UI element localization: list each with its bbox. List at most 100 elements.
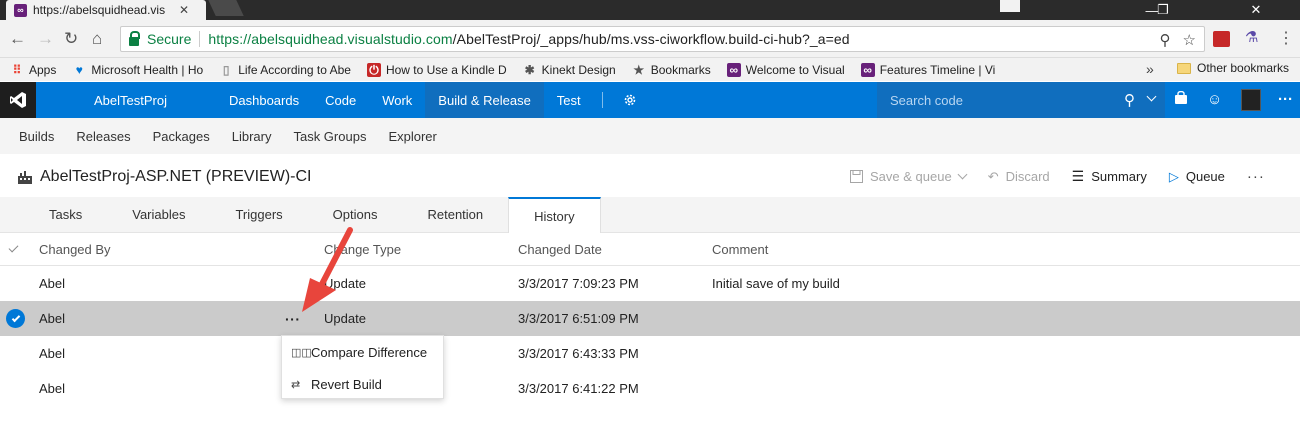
tab-triggers[interactable]: Triggers: [210, 197, 307, 232]
other-bookmarks-folder[interactable]: Other bookmarks: [1177, 61, 1289, 75]
summary-button[interactable]: ☰ Summary: [1072, 168, 1147, 185]
tab-tasks[interactable]: Tasks: [24, 197, 107, 232]
bookmark-item[interactable]: ▯ Life According to Abe: [219, 63, 351, 77]
bookmark-star-icon[interactable]: ☆: [1183, 31, 1196, 49]
maximize-button[interactable]: ❐: [1143, 0, 1183, 20]
more-actions-button[interactable]: ···: [1247, 168, 1265, 185]
build-release-subnav: Builds Releases Packages Library Task Groups…: [0, 118, 1300, 154]
settings-gear-icon[interactable]: [611, 82, 649, 118]
profile-badge[interactable]: [1000, 0, 1020, 12]
bookmark-label: How to Use a Kindle D: [385, 62, 507, 77]
compare-difference-menu-item[interactable]: ◫◫ Compare Difference: [282, 336, 443, 368]
lock-icon: [129, 30, 140, 46]
vs-icon: ∞: [726, 62, 741, 77]
bookmark-item[interactable]: ♥ Microsoft Health | Ho: [72, 63, 203, 77]
revert-icon: ⇄: [291, 378, 301, 391]
bookmarks-overflow-button[interactable]: »: [1146, 61, 1154, 77]
save-and-queue-button[interactable]: Save & queue: [850, 169, 968, 184]
window-close-button[interactable]: ✕: [1236, 0, 1276, 20]
cell-comment: Initial save of my build: [712, 276, 840, 291]
definition-tabs: Tasks Variables Triggers Options Retention Hi…: [0, 197, 1300, 233]
url-input[interactable]: Secure https://abelsquidhead.visualstudi…: [120, 26, 1205, 52]
definition-header: AbelTestProj-ASP.NET (PREVIEW)-CI: [18, 168, 311, 186]
nav-work[interactable]: Work: [369, 82, 425, 118]
forward-arrow-icon[interactable]: →: [37, 29, 54, 49]
cell-changed-by: Abel: [39, 311, 66, 326]
visual-studio-logo-icon[interactable]: [0, 82, 36, 118]
annotation-arrow: [302, 227, 353, 312]
chrome-menu-icon[interactable]: ⋮: [1278, 28, 1294, 48]
table-row[interactable]: Abel 3/3/2017 6:41:22 PM: [0, 371, 1300, 406]
table-row[interactable]: ··· Abel Update 3/3/2017 6:51:09 PM: [0, 301, 1300, 336]
nav-dashboards[interactable]: Dashboards: [216, 82, 312, 118]
vs-favicon-icon: ∞: [14, 3, 27, 17]
subnav-builds[interactable]: Builds: [19, 129, 54, 144]
home-icon[interactable]: ⌂: [92, 29, 102, 49]
build-definition-icon: [18, 171, 32, 184]
cell-changed-date: 3/3/2017 6:41:22 PM: [518, 381, 639, 396]
subnav-task-groups[interactable]: Task Groups: [293, 129, 366, 144]
bookmarks-bar: ⠿ Apps ♥ Microsoft Health | Ho ▯ Life Accordi…: [0, 58, 1300, 81]
tab-variables[interactable]: Variables: [107, 197, 210, 232]
browser-title-bar: ∞ https://abelsquidhead.vis ✕ — ❐ ✕: [0, 0, 1300, 20]
extension-flask-icon[interactable]: ⚗: [1245, 28, 1262, 46]
subnav-library[interactable]: Library: [232, 129, 272, 144]
page-title: AbelTestProj-ASP.NET (PREVIEW)-CI: [40, 168, 312, 185]
column-changed-date[interactable]: Changed Date: [518, 233, 602, 265]
cell-changed-by: Abel: [39, 381, 66, 396]
new-tab-button[interactable]: [208, 0, 244, 16]
vs-icon: ∞: [860, 62, 875, 77]
cell-changed-date: 3/3/2017 7:09:23 PM: [518, 276, 639, 291]
chevron-down-icon[interactable]: [1146, 91, 1157, 102]
vsts-header: AbelTestProj Dashboards Code Work Build & R…: [0, 82, 1300, 118]
search-icon[interactable]: ⚲: [1124, 91, 1135, 109]
queue-button[interactable]: ▷ Queue: [1169, 169, 1225, 185]
revert-build-menu-item[interactable]: ⇄ Revert Build: [282, 368, 443, 400]
table-row[interactable]: Abel Update 3/3/2017 7:09:23 PM Initial sav…: [0, 266, 1300, 301]
history-grid: Changed By Change Type Changed Date Comm…: [0, 233, 1300, 406]
reload-icon[interactable]: ↻: [64, 29, 78, 49]
browser-tab[interactable]: ∞ https://abelsquidhead.vis ✕: [6, 0, 206, 20]
search-placeholder: Search code: [890, 92, 963, 108]
nav-build-release[interactable]: Build & Release: [425, 82, 544, 118]
subnav-releases[interactable]: Releases: [76, 129, 130, 144]
zoom-icon[interactable]: ⚲: [1160, 31, 1171, 49]
nav-code[interactable]: Code: [312, 82, 369, 118]
subnav-explorer[interactable]: Explorer: [388, 129, 436, 144]
apps-grid-icon: ⠿: [12, 62, 22, 77]
tab-close-icon[interactable]: ✕: [179, 3, 189, 17]
subnav-packages[interactable]: Packages: [153, 129, 210, 144]
extension-red-icon[interactable]: [1213, 31, 1230, 47]
bookmark-item[interactable]: ★ Bookmarks: [632, 63, 710, 77]
project-selector[interactable]: AbelTestProj: [36, 82, 216, 118]
select-all-checkbox[interactable]: [8, 233, 19, 265]
row-selected-check-icon[interactable]: [6, 301, 25, 336]
secure-label: Secure: [147, 31, 192, 47]
bookmark-item[interactable]: ∞ Features Timeline | Vi: [860, 62, 995, 77]
tab-history[interactable]: History: [508, 197, 601, 233]
user-avatar[interactable]: [1241, 89, 1261, 111]
table-row[interactable]: Abel 3/3/2017 6:43:33 PM: [0, 336, 1300, 371]
nav-test[interactable]: Test: [544, 82, 594, 118]
back-arrow-icon[interactable]: ←: [9, 29, 26, 49]
kinekt-icon: ✱: [524, 62, 535, 77]
tab-retention[interactable]: Retention: [402, 197, 508, 232]
bookmark-item[interactable]: ⠿ Apps: [10, 62, 57, 77]
search-code-input[interactable]: Search code ⚲: [877, 82, 1165, 118]
undo-icon: ↶: [987, 168, 999, 184]
bookmark-item[interactable]: ⏻ How to Use a Kindle D: [366, 62, 507, 77]
other-bookmarks-label: Other bookmarks: [1197, 61, 1290, 75]
marketplace-bag-icon[interactable]: [1174, 90, 1188, 109]
save-icon: [850, 170, 863, 183]
column-changed-by[interactable]: Changed By: [39, 233, 111, 265]
column-comment[interactable]: Comment: [712, 233, 768, 265]
discard-button[interactable]: ↶ Discard: [988, 169, 1050, 185]
tab-title: https://abelsquidhead.vis: [33, 3, 166, 17]
more-options-icon[interactable]: ···: [1278, 91, 1293, 108]
bookmark-item[interactable]: ✱ Kinekt Design: [523, 63, 616, 77]
bookmark-item[interactable]: ∞ Welcome to Visual: [726, 62, 845, 77]
cell-changed-by: Abel: [39, 346, 66, 361]
address-bar-row: ← → ↻ ⌂ Secure https://abelsquidhead.vis…: [0, 20, 1300, 58]
folder-icon: [1177, 62, 1191, 74]
feedback-smiley-icon[interactable]: ☺: [1207, 91, 1222, 108]
